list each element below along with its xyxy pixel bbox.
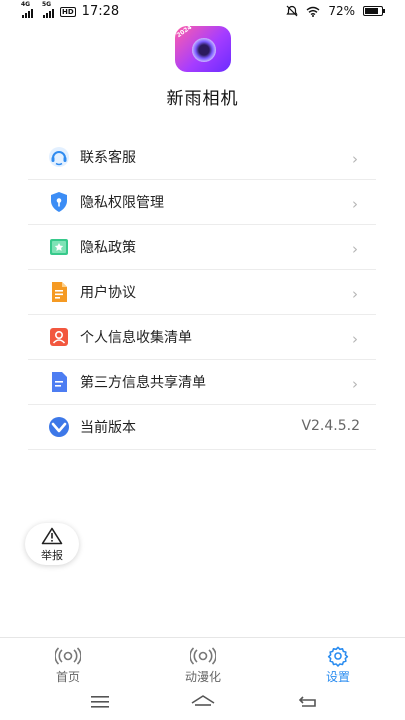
report-label: 举报 [41, 549, 63, 562]
version-value: V2.4.5.2 [301, 418, 360, 434]
tab-settings[interactable]: 设置 [298, 646, 378, 685]
menu-item-user-agreement[interactable]: 用户协议 › [28, 270, 376, 315]
app-icon-badge: 2024 [175, 26, 193, 40]
menu-item-label: 联系客服 [80, 150, 136, 166]
battery-percent: 72% [328, 4, 355, 18]
tab-label: 首页 [55, 670, 80, 684]
chevron-right-icon: › [352, 195, 358, 213]
gear-icon [298, 646, 378, 667]
chevron-right-icon: › [352, 150, 358, 168]
document-list-icon [48, 371, 70, 393]
warning-icon [25, 527, 79, 549]
chevron-right-icon: › [352, 240, 358, 258]
hd-badge: HD [60, 6, 76, 17]
chevron-right-icon: › [352, 375, 358, 393]
status-bar: 4G 5G HD 17:28 72% [0, 0, 405, 24]
home-icon[interactable] [189, 692, 217, 712]
wifi-icon [306, 6, 320, 17]
battery-icon [363, 6, 385, 16]
app-name: 新雨相机 [166, 89, 239, 109]
app-header: 2024 新雨相机 [0, 26, 405, 109]
menu-item-label: 个人信息收集清单 [80, 330, 192, 346]
menu-item-label: 用户协议 [80, 285, 136, 301]
app-logo-icon [48, 416, 70, 438]
app-logo-icon: 2024 [174, 26, 231, 72]
back-icon[interactable] [296, 692, 324, 712]
system-nav-bar [0, 686, 405, 720]
menu-item-customer-service[interactable]: 联系客服 › [28, 135, 376, 180]
chevron-right-icon: › [352, 330, 358, 348]
person-card-icon [48, 326, 70, 348]
menu-item-third-party-sharing[interactable]: 第三方信息共享清单 › [28, 360, 376, 405]
chevron-right-icon: › [352, 285, 358, 303]
bottom-tab-bar: 首页 动漫化 设置 [0, 637, 405, 685]
tab-label: 动漫化 [184, 670, 221, 684]
menu-item-privacy-permissions[interactable]: 隐私权限管理 › [28, 180, 376, 225]
bookmark-star-icon [48, 236, 70, 258]
menu-item-label: 第三方信息共享清单 [80, 375, 206, 391]
signal-icon: 5G [42, 1, 54, 18]
menu-icon[interactable] [88, 692, 116, 712]
signal-icon: 4G [21, 1, 33, 18]
menu-item-privacy-policy[interactable]: 隐私政策 › [28, 225, 376, 270]
tab-home[interactable]: 首页 [28, 646, 108, 685]
menu-item-personal-info-list[interactable]: 个人信息收集清单 › [28, 315, 376, 360]
menu-item-label: 隐私权限管理 [80, 195, 164, 211]
tab-anime[interactable]: 动漫化 [163, 646, 243, 685]
alarm-off-icon [286, 5, 298, 17]
customer-service-icon [48, 146, 70, 168]
tab-label: 设置 [325, 670, 350, 684]
menu-item-label: 当前版本 [80, 420, 136, 436]
settings-menu: 联系客服 › 隐私权限管理 › 隐私政策 › 用户协议 › 个人信息收集清单 ›… [28, 135, 376, 450]
broadcast-icon [28, 646, 108, 666]
document-icon [48, 281, 70, 303]
menu-item-current-version[interactable]: 当前版本 V2.4.5.2 [28, 405, 376, 450]
status-time: 17:28 [81, 4, 120, 19]
broadcast-icon [163, 646, 243, 666]
report-button[interactable]: 举报 [25, 523, 79, 565]
shield-lock-icon [48, 191, 70, 213]
menu-item-label: 隐私政策 [80, 240, 136, 256]
